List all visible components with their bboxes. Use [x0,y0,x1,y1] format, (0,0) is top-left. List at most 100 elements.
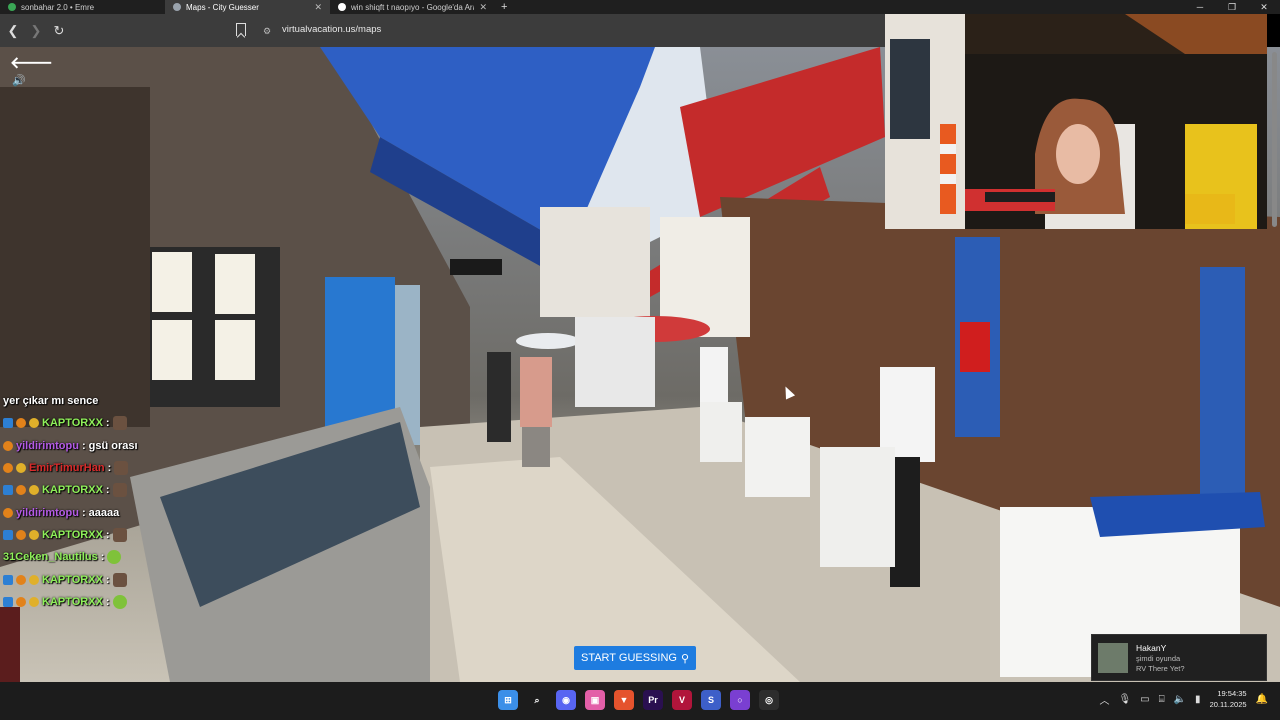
back-icon[interactable]: ❮ [3,23,23,39]
chat-badge-icon [16,418,26,429]
vegas-icon[interactable]: V [672,690,692,710]
address-bar: ❮ ❯ ↻ ⚙ virtualvacation.us/maps [0,14,885,47]
tray-overflow-icon[interactable]: ︿ [1099,692,1109,707]
chat-badge-icon [3,485,13,496]
chat-badge-icon [3,418,13,429]
chat-text: aaaaa [88,506,120,519]
chat-badge-icon [16,574,26,585]
chat-badge-icon [16,529,26,540]
chat-badge-icon [16,485,26,496]
network-icon[interactable]: ⌸ [1159,694,1165,705]
favicon-icon [8,3,16,11]
chat-badge-icon [29,596,39,607]
taskbar-apps: ⊞ ⌕ ◉ ▣ ▼ Pr V S ○ ◎ [498,690,779,710]
taskbar: ⊞ ⌕ ◉ ▣ ▼ Pr V S ○ ◎ ︿ 🎙 ▭ ⌸ 🔈 ▮ 19:54:35 20.11.2… [0,682,1280,720]
chat-username: 31Ceken_Nautilus [3,551,98,564]
chat-lines: KAPTORXX : yildirimtopu : gsü orası EmirTim… [3,412,163,613]
stream-chat: yer çıkar mı sence KAPTORXX : yildirimtop… [3,390,163,613]
search-icon[interactable]: ⌕ [527,690,547,710]
notification-game: RV There Yet? [1136,663,1185,673]
chat-separator: : [105,573,110,586]
chat-emote-icon [112,416,127,431]
chat-separator: : [105,528,110,541]
chat-emote-icon [114,461,129,476]
obs-circle-icon[interactable]: ○ [730,690,750,710]
steam-notification[interactable]: HakanY şimdi oyunda RV There Yet? [1091,634,1267,681]
chat-text: yer çıkar mı sence [3,395,99,408]
chat-message: yildirimtopu : aaaaa [3,501,163,523]
chat-message: KAPTORXX : [3,524,163,546]
url-field[interactable]: virtualvacation.us/maps [282,24,381,35]
chat-badge-icon [3,574,13,585]
chat-separator: : [105,595,110,608]
obs-icon[interactable]: ◎ [759,690,779,710]
close-tab-icon[interactable]: ✕ [314,2,322,13]
new-tab-icon[interactable]: + [501,1,507,13]
discord-icon[interactable]: ◉ [556,690,576,710]
chat-badge-icon [29,529,39,540]
globe-icon [173,3,181,11]
notification-user: HakanY [1136,642,1167,653]
close-tab-icon[interactable]: ✕ [479,2,487,13]
tab-title: Maps - City Guesser [186,2,259,12]
chat-username: KAPTORXX [42,528,103,541]
chat-message: KAPTORXX : [3,591,163,613]
minimize-icon[interactable]: ─ [1184,0,1216,14]
back-arrow-icon[interactable]: 🡐 [10,52,53,73]
clock-date: 20.11.2025 [1209,700,1247,709]
maximize-icon[interactable]: ❐ [1216,0,1248,14]
chat-text: gsü orası [88,439,138,452]
start-icon[interactable]: ⊞ [498,690,518,710]
chat-username: KAPTORXX [42,484,103,497]
volume-icon[interactable]: 🔈 [1174,694,1186,705]
chat-emote-icon [112,594,127,609]
forward-icon[interactable]: ❯ [26,23,46,39]
webcam-scene [885,14,1267,229]
tab-strip: sonbahar 2.0 • Emre Maps - City Guesser … [0,0,1280,14]
google-icon [338,3,346,11]
brave-icon[interactable]: ▼ [614,690,634,710]
chat-badge-icon [16,463,26,474]
photos-icon[interactable]: ▣ [585,690,605,710]
start-guessing-label: START GUESSING [580,652,677,664]
map-pin-icon: ⚲ [680,652,690,665]
close-window-icon[interactable]: ✕ [1248,0,1280,14]
display-icon[interactable]: ▭ [1140,694,1149,705]
chat-message: yer çıkar mı sence [3,390,163,412]
chat-message: 31Ceken_Nautilus : [3,546,163,568]
tab-google-search[interactable]: win shiqft t naopıyo - Google'da Ara ✕ [330,0,495,14]
start-guessing-button[interactable]: START GUESSING ⚲ [574,646,696,670]
premiere-icon[interactable]: Pr [643,690,663,710]
power-icon[interactable]: ▮ [1195,694,1201,705]
chat-message: yildirimtopu : gsü orası [3,435,163,457]
tab-title: sonbahar 2.0 • Emre [21,2,95,12]
notification-status: şimdi oyunda [1136,653,1181,663]
chat-separator: : [81,439,86,452]
microphone-icon[interactable]: 🎙 [1118,694,1131,705]
tab-title: win shiqft t naopıyo - Google'da Ara [351,2,475,12]
site-info-icon[interactable]: ⚙ [263,26,271,37]
chat-badge-icon [3,463,13,474]
chat-badge-icon [3,440,13,451]
chat-badge-icon [3,529,13,540]
tab-sonbahar[interactable]: sonbahar 2.0 • Emre [0,0,165,14]
chat-username: KAPTORXX [42,573,103,586]
chat-username: yildirimtopu [16,506,79,519]
chat-emote-icon [112,572,127,587]
clock[interactable]: 19:54:35 20.11.2025 [1210,688,1247,710]
chat-badge-icon [3,507,13,518]
bookmark-icon[interactable] [236,23,246,36]
app-blue-icon[interactable]: S [701,690,721,710]
chat-badge-icon [29,418,39,429]
chat-badge-icon [29,485,39,496]
chat-separator: : [100,551,105,564]
chat-username: KAPTORXX [42,595,103,608]
chat-badge-icon [16,596,26,607]
notifications-icon[interactable]: 🔔 [1256,694,1268,705]
page-scrollbar[interactable] [1272,52,1277,227]
tab-city-guesser[interactable]: Maps - City Guesser ✕ [165,0,330,14]
chat-message: KAPTORXX : [3,568,163,590]
reload-icon[interactable]: ↻ [49,23,69,39]
screen: sonbahar 2.0 • Emre Maps - City Guesser … [0,0,1280,720]
sound-icon[interactable]: 🔊 [12,74,26,87]
